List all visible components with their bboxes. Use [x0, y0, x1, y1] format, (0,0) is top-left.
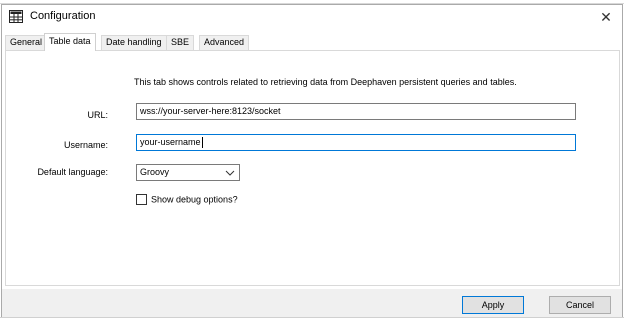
- tab-strip: General Table data Date handling SBE Adv…: [5, 33, 621, 51]
- debug-options-row[interactable]: Show debug options?: [136, 194, 238, 206]
- username-label: Username:: [63, 140, 108, 150]
- debug-options-label: Show debug options?: [151, 194, 238, 205]
- default-language-value: Groovy: [140, 167, 170, 177]
- close-icon: ✕: [600, 9, 612, 25]
- table-grid-icon: [9, 10, 23, 23]
- username-value: your-username: [140, 137, 201, 147]
- url-field[interactable]: wss://your-server-here:8123/socket: [136, 103, 576, 120]
- configuration-dialog: Configuration ✕ General Table data Date …: [1, 4, 623, 318]
- table-data-panel: This tab shows controls related to retri…: [5, 50, 620, 286]
- cancel-button[interactable]: Cancel: [549, 296, 611, 314]
- dialog-footer: Apply Cancel: [2, 289, 622, 317]
- tab-date-handling[interactable]: Date handling: [101, 35, 167, 50]
- url-value: wss://your-server-here:8123/socket: [140, 106, 281, 116]
- apply-button[interactable]: Apply: [462, 296, 524, 314]
- default-language-label: Default language:: [37, 167, 108, 177]
- panel-description: This tab shows controls related to retri…: [134, 77, 517, 87]
- window-title: Configuration: [30, 10, 96, 22]
- tab-general[interactable]: General: [5, 35, 48, 50]
- tab-advanced[interactable]: Advanced: [199, 35, 250, 50]
- text-caret: [201, 137, 203, 149]
- close-button[interactable]: ✕: [594, 7, 618, 27]
- tab-sbe[interactable]: SBE: [166, 35, 195, 50]
- username-field[interactable]: your-username: [136, 134, 576, 151]
- default-language-select[interactable]: Groovy: [136, 164, 240, 181]
- background-window-strip-bottom: [0, 317, 624, 325]
- url-label: URL:: [87, 110, 108, 120]
- debug-options-checkbox[interactable]: [136, 194, 147, 206]
- title-bar: Configuration ✕: [2, 5, 622, 29]
- chevron-down-icon: [225, 170, 235, 176]
- tab-table-data[interactable]: Table data: [44, 33, 96, 51]
